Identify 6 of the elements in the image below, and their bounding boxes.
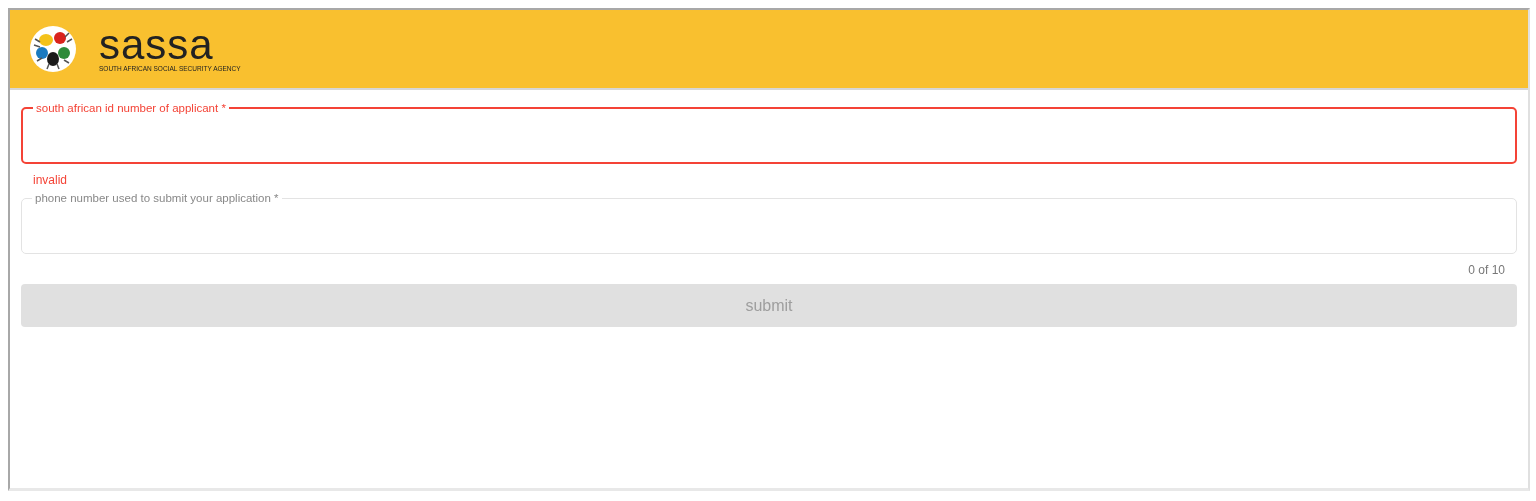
- input-field[interactable]: phone number used to submit your application *: [21, 192, 1517, 254]
- character-counter: 0 of 10: [1468, 263, 1505, 277]
- logo-icon: [29, 25, 77, 73]
- brand-name: sassa: [99, 25, 214, 65]
- input-field[interactable]: south african id number of applicant *: [21, 102, 1517, 164]
- error-message: invalid: [33, 173, 68, 187]
